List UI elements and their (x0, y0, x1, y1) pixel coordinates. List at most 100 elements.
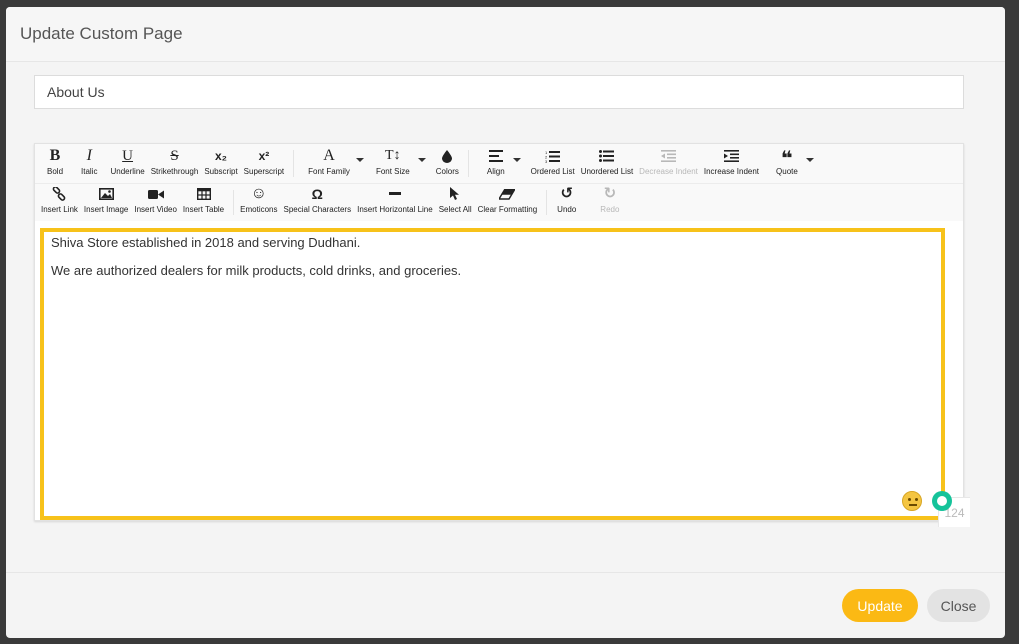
superscript-icon: x² (258, 149, 270, 163)
emoticons-label: Emoticons (240, 205, 278, 214)
special-characters-button[interactable]: Ω Special Characters (281, 184, 355, 221)
undo-icon: ↺ (560, 185, 574, 202)
colors-label: Colors (435, 167, 459, 176)
omega-icon: Ω (311, 186, 323, 202)
insert-horizontal-line-label: Insert Horizontal Line (357, 205, 433, 214)
emoji-eye (908, 498, 911, 501)
chevron-down-icon (417, 158, 426, 162)
align-left-icon (488, 148, 503, 164)
subscript-label: Subscript (204, 167, 238, 176)
strikethrough-label: Strikethrough (150, 167, 199, 176)
increase-indent-label: Increase Indent (703, 167, 760, 176)
font-size-button[interactable]: T↕ Font Size (364, 144, 426, 183)
editor-paragraph: Shiva Store established in 2018 and serv… (51, 235, 361, 250)
align-label: Align (486, 167, 505, 176)
eraser-icon (499, 186, 516, 202)
editor-toolbar: B Bold I Italic U Underline S Strikethro… (35, 144, 963, 221)
insert-horizontal-line-button[interactable]: Insert Horizontal Line (354, 184, 436, 221)
clear-formatting-label: Clear Formatting (477, 205, 538, 214)
subscript-button[interactable]: x₂ Subscript (201, 144, 240, 183)
chevron-down-icon (355, 158, 364, 162)
indent-icon (723, 148, 739, 164)
special-characters-label: Special Characters (283, 205, 352, 214)
bold-icon: B (49, 147, 61, 164)
bold-label: Bold (47, 167, 64, 176)
unordered-list-label: Unordered List (580, 167, 634, 176)
select-all-button[interactable]: Select All (436, 184, 475, 221)
toolbar-row-1: B Bold I Italic U Underline S Strikethro… (35, 144, 963, 183)
table-icon (196, 186, 211, 202)
underline-icon: U (122, 148, 134, 164)
underline-label: Underline (110, 167, 145, 176)
close-button[interactable]: Close (927, 589, 990, 622)
insert-table-button[interactable]: Insert Table (180, 184, 227, 221)
editor-content-area[interactable]: Shiva Store established in 2018 and serv… (35, 221, 963, 520)
unordered-list-icon (599, 148, 615, 164)
emoji-picker-icon[interactable] (902, 491, 922, 511)
superscript-button[interactable]: x² Superscript (241, 144, 287, 183)
ordered-list-icon: 123 (545, 148, 561, 164)
page-title-input[interactable] (34, 75, 964, 109)
redo-icon: ↻ (603, 185, 617, 202)
unordered-list-button[interactable]: Unordered List (578, 144, 636, 183)
toolbar-separator (233, 190, 235, 215)
align-button[interactable]: Align (475, 144, 523, 183)
font-family-icon: A (323, 147, 335, 164)
modal-header: Update Custom Page (6, 7, 1005, 62)
clear-formatting-button[interactable]: Clear Formatting (475, 184, 541, 221)
quote-icon: ❝ (781, 148, 793, 170)
image-icon (98, 186, 114, 202)
toolbar-row-2: Insert Link Insert Image Insert Video In… (35, 183, 963, 221)
ordered-list-button[interactable]: 123 Ordered List (523, 144, 578, 183)
cursor-icon (450, 186, 460, 202)
modal-footer: Update Close (6, 572, 1005, 638)
ordered-list-label: Ordered List (530, 167, 575, 176)
emoji-eye (915, 498, 918, 501)
redo-label: Redo (600, 205, 620, 214)
link-icon (52, 186, 66, 202)
bold-button[interactable]: B Bold (37, 144, 71, 183)
insert-video-button[interactable]: Insert Video (131, 184, 180, 221)
insert-link-label: Insert Link (41, 205, 78, 214)
insert-video-label: Insert Video (134, 205, 177, 214)
chevron-down-icon (512, 158, 521, 162)
chevron-down-icon (805, 158, 814, 162)
subscript-icon: x₂ (214, 149, 227, 163)
font-family-button[interactable]: A Font Family (300, 144, 364, 183)
italic-button[interactable]: I Italic (71, 144, 107, 183)
increase-indent-button[interactable]: Increase Indent (701, 144, 762, 183)
svg-text:3: 3 (545, 159, 548, 163)
droplet-icon (442, 148, 453, 164)
redo-button[interactable]: ↻ Redo (586, 184, 622, 221)
undo-button[interactable]: ↺ Undo (553, 184, 586, 221)
select-all-label: Select All (438, 205, 472, 214)
insert-image-label: Insert Image (83, 205, 129, 214)
decrease-indent-button[interactable]: Decrease Indent (636, 144, 701, 183)
update-button[interactable]: Update (842, 589, 918, 622)
toolbar-separator (467, 150, 469, 177)
outdent-icon (661, 148, 677, 164)
horizontal-line-icon (388, 186, 401, 202)
emoticons-button[interactable]: ☺ Emoticons (240, 184, 280, 221)
font-size-icon: T↕ (385, 148, 401, 163)
colors-button[interactable]: Colors (426, 144, 462, 183)
video-icon (147, 186, 164, 202)
decrease-indent-label: Decrease Indent (639, 167, 698, 176)
underline-button[interactable]: U Underline (107, 144, 147, 183)
modal-title: Update Custom Page (20, 24, 183, 43)
italic-label: Italic (81, 167, 98, 176)
italic-icon: I (86, 147, 92, 164)
quote-button[interactable]: ❝ Quote (762, 144, 816, 183)
editor-paragraph: We are authorized dealers for milk produ… (51, 263, 462, 278)
insert-table-label: Insert Table (182, 205, 225, 214)
rich-text-editor: B Bold I Italic U Underline S Strikethro… (34, 143, 964, 521)
insert-image-button[interactable]: Insert Image (81, 184, 131, 221)
superscript-label: Superscript (243, 167, 285, 176)
insert-link-button[interactable]: Insert Link (37, 184, 81, 221)
emoji-mouth (909, 504, 917, 506)
strikethrough-button[interactable]: S Strikethrough (148, 144, 202, 183)
undo-label: Undo (557, 205, 577, 214)
strikethrough-icon: S (170, 148, 179, 164)
smiley-icon: ☺ (250, 185, 267, 202)
grammar-assistant-icon[interactable] (932, 491, 952, 511)
